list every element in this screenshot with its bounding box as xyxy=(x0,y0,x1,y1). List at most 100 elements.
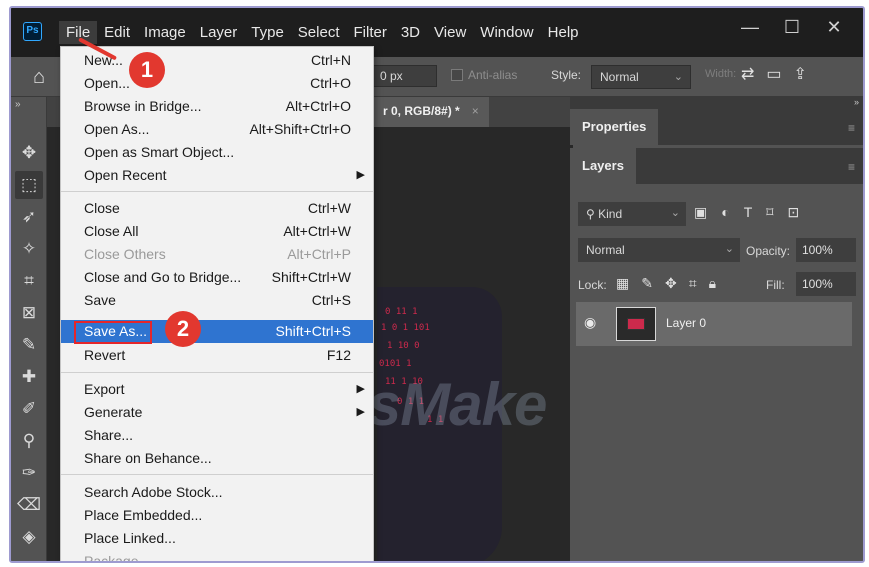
menu-help[interactable]: Help xyxy=(541,21,586,44)
menu-item-shortcut: Ctrl+O xyxy=(310,75,351,91)
menu-item-revert[interactable]: Revert F12 xyxy=(61,344,373,367)
lock-all-icon[interactable]: 🔒︎ xyxy=(709,275,716,292)
menu-item-shortcut: F12 xyxy=(326,347,351,363)
magic-wand-tool-icon[interactable]: ✧ xyxy=(15,235,43,263)
menu-layer[interactable]: Layer xyxy=(193,21,245,44)
document-tab[interactable]: r 0, RGB/8#) * × xyxy=(373,97,489,127)
tab-properties[interactable]: Properties xyxy=(570,109,659,145)
step-1-badge: 1 xyxy=(129,52,165,88)
tools-panel: » ✥ ⬚ ➶ ✧ ⌗ ⊠ ✎ ✚ ✐ ⚲ ✑ ⌫ ◈ xyxy=(11,97,47,561)
shape-filter-icon[interactable]: ⌑ xyxy=(766,204,773,221)
lock-label: Lock: xyxy=(578,278,607,292)
menu-window[interactable]: Window xyxy=(473,21,540,44)
menu-type[interactable]: Type xyxy=(244,21,291,44)
fill-input[interactable]: 100% xyxy=(796,272,856,296)
lock-image-icon[interactable]: ✎ xyxy=(641,275,653,292)
menu-item-close-others: Close Others Alt+Ctrl+P xyxy=(61,243,373,266)
menu-item-search-adobe-stock[interactable]: Search Adobe Stock... xyxy=(61,481,373,504)
canvas-image: 0 11 1 1 0 1 101 1 10 0 0101 1 11 1 10 0… xyxy=(377,287,502,561)
menu-item-export[interactable]: Export ▶ xyxy=(61,378,373,401)
menu-item-open-recent[interactable]: Open Recent ▶ xyxy=(61,164,373,187)
paint-bucket-tool-icon[interactable]: ◈ xyxy=(15,523,43,551)
close-tab-icon[interactable]: × xyxy=(472,104,479,120)
brush-tool-icon[interactable]: ✐ xyxy=(15,395,43,423)
lasso-tool-icon[interactable]: ➶ xyxy=(15,203,43,231)
kind-filter-select[interactable]: ⚲ Kind ⌄ xyxy=(578,202,686,226)
menu-item-label: Open Recent xyxy=(84,167,167,183)
image-digits: 1 10 0 xyxy=(387,341,420,351)
style-select[interactable]: Normal ⌄ xyxy=(591,65,691,89)
menu-item-share[interactable]: Share... xyxy=(61,424,373,447)
lock-artboard-icon[interactable]: ⌗ xyxy=(689,275,697,292)
collapse-toolbar-icon[interactable]: » xyxy=(15,99,21,110)
menu-item-save[interactable]: Save Ctrl+S xyxy=(61,289,373,312)
menu-item-open-as[interactable]: Open As... Alt+Shift+Ctrl+O xyxy=(61,118,373,141)
select-mask-icon[interactable]: ▭ xyxy=(766,64,781,84)
lock-transparent-icon[interactable]: ▦ xyxy=(616,275,629,292)
healing-brush-tool-icon[interactable]: ✚ xyxy=(15,363,43,391)
crop-tool-icon[interactable]: ⌗ xyxy=(15,267,43,295)
menu-item-generate[interactable]: Generate ▶ xyxy=(61,401,373,424)
eyedropper-tool-icon[interactable]: ✎ xyxy=(15,331,43,359)
menu-item-close-and-go-to-bridge[interactable]: Close and Go to Bridge... Shift+Ctrl+W xyxy=(61,266,373,289)
smart-object-filter-icon[interactable]: ⊡ xyxy=(787,204,799,221)
type-filter-icon[interactable]: T xyxy=(744,204,753,221)
feather-input[interactable]: 0 px xyxy=(373,65,437,87)
menu-separator xyxy=(61,191,373,192)
menu-item-close[interactable]: Close Ctrl+W xyxy=(61,197,373,220)
tab-layers[interactable]: Layers xyxy=(570,148,636,184)
visibility-eye-icon[interactable]: ◉ xyxy=(584,314,596,331)
menu-item-place-linked[interactable]: Place Linked... xyxy=(61,527,373,550)
frame-tool-icon[interactable]: ⊠ xyxy=(15,299,43,327)
photoshop-logo-icon: Ps xyxy=(23,22,42,41)
menu-item-open-as-smart-object[interactable]: Open as Smart Object... xyxy=(61,141,373,164)
maximize-button[interactable]: ☐ xyxy=(771,14,813,42)
collapse-panels-icon[interactable]: » xyxy=(570,97,863,109)
panel-menu-icon[interactable]: ≡ xyxy=(848,121,855,135)
menu-item-place-embedded[interactable]: Place Embedded... xyxy=(61,504,373,527)
move-tool-icon[interactable]: ✥ xyxy=(15,139,43,167)
share-icon[interactable]: ⇪ xyxy=(794,64,807,84)
menu-edit[interactable]: Edit xyxy=(97,21,137,44)
image-digits: 0 11 1 xyxy=(385,307,418,317)
layers-panel-header: Layers ≡ xyxy=(570,148,863,184)
submenu-arrow-icon: ▶ xyxy=(356,383,365,395)
close-window-button[interactable]: ✕ xyxy=(813,14,855,42)
layer-name[interactable]: Layer 0 xyxy=(666,316,706,330)
opacity-input[interactable]: 100% xyxy=(796,238,856,262)
history-brush-tool-icon[interactable]: ✑ xyxy=(15,459,43,487)
menu-item-close-all[interactable]: Close All Alt+Ctrl+W xyxy=(61,220,373,243)
menu-select[interactable]: Select xyxy=(291,21,347,44)
menu-item-shortcut: Shift+Ctrl+W xyxy=(271,269,351,285)
eraser-tool-icon[interactable]: ⌫ xyxy=(15,491,43,519)
menu-filter[interactable]: Filter xyxy=(347,21,394,44)
panel-menu-icon[interactable]: ≡ xyxy=(848,160,855,174)
menu-item-label: Place Linked... xyxy=(84,530,176,546)
menu-item-label: Search Adobe Stock... xyxy=(84,484,223,500)
blend-mode-select[interactable]: Normal ⌄ xyxy=(578,238,740,262)
file-menu-dropdown: New... Ctrl+N Open... Ctrl+O Browse in B… xyxy=(60,46,374,563)
menu-item-open[interactable]: Open... Ctrl+O xyxy=(61,72,373,95)
menu-view[interactable]: View xyxy=(427,21,473,44)
menu-item-label: Share on Behance... xyxy=(84,450,212,466)
image-filter-icon[interactable]: ▣ xyxy=(694,204,707,221)
layer-row[interactable]: ◉ Layer 0 xyxy=(576,302,852,346)
menu-separator xyxy=(61,372,373,373)
menu-item-share-on-behance[interactable]: Share on Behance... xyxy=(61,447,373,470)
minimize-button[interactable]: — xyxy=(729,14,771,42)
lock-position-icon[interactable]: ✥ xyxy=(665,275,677,292)
swap-icon[interactable]: ⇄ xyxy=(741,64,754,84)
menu-item-package: Package... xyxy=(61,550,373,563)
marquee-tool-icon[interactable]: ⬚ xyxy=(15,171,43,199)
menu-3d[interactable]: 3D xyxy=(394,21,427,44)
submenu-arrow-icon: ▶ xyxy=(356,169,365,181)
fill-label: Fill: xyxy=(766,278,785,292)
menu-item-label: Package... xyxy=(84,553,151,563)
clone-stamp-tool-icon[interactable]: ⚲ xyxy=(15,427,43,455)
menu-item-browse-in-bridge[interactable]: Browse in Bridge... Alt+Ctrl+O xyxy=(61,95,373,118)
menu-image[interactable]: Image xyxy=(137,21,193,44)
antialias-checkbox[interactable]: Anti-alias xyxy=(451,68,517,82)
adjustment-filter-icon[interactable]: ◐ xyxy=(721,204,729,221)
home-icon[interactable]: ⌂ xyxy=(33,66,45,89)
menu-item-shortcut: Ctrl+W xyxy=(307,200,351,216)
